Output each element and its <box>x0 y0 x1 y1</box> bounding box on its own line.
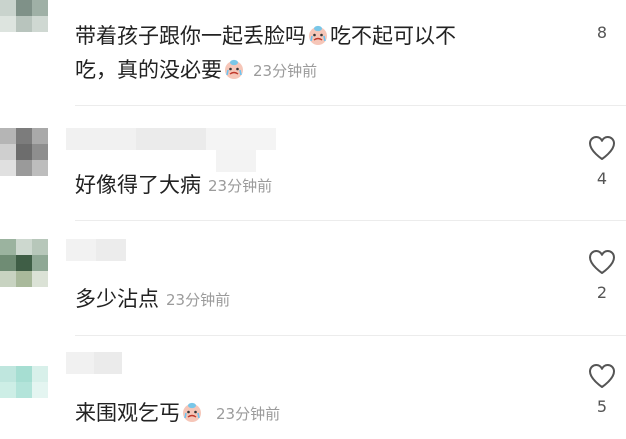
username-blurred[interactable] <box>66 128 276 172</box>
heart-icon[interactable] <box>587 248 617 276</box>
avatar[interactable] <box>0 128 48 176</box>
comment-text[interactable]: 多少沾点 23分钟前 <box>75 282 230 317</box>
comment-item: 来围观乞丐 23分钟前 5 <box>0 336 626 439</box>
like-button[interactable]: 2 <box>585 248 619 302</box>
comment-text[interactable]: 来围观乞丐 23分钟前 <box>75 396 280 431</box>
comment-text[interactable]: 好像得了大病 23分钟前 <box>75 168 272 203</box>
comment-item: 多少沾点 23分钟前 2 <box>0 221 626 335</box>
heart-icon[interactable] <box>587 362 617 390</box>
avatar[interactable] <box>0 366 48 414</box>
avatar[interactable] <box>0 0 48 38</box>
like-count: 4 <box>596 169 608 188</box>
crying-face-emoji-icon <box>225 59 243 79</box>
crying-face-emoji-icon <box>183 402 201 422</box>
like-button[interactable]: 4 <box>585 134 619 188</box>
comment-text[interactable]: 带着孩子跟你一起丢脸吗 吃不起可以不 吃，真的没必要 23分钟前 <box>75 19 456 88</box>
like-count: 8 <box>596 23 608 42</box>
avatar[interactable] <box>0 239 48 287</box>
username-blurred[interactable] <box>66 239 126 261</box>
like-count: 5 <box>596 397 608 416</box>
heart-icon[interactable] <box>587 134 617 162</box>
comment-item: 带着孩子跟你一起丢脸吗 吃不起可以不 吃，真的没必要 23分钟前 8 <box>0 0 626 105</box>
comment-time: 23分钟前 <box>208 177 273 195</box>
username-blurred[interactable] <box>66 352 122 374</box>
comment-time: 23分钟前 <box>253 62 318 80</box>
like-button[interactable]: 8 <box>585 24 619 42</box>
like-count: 2 <box>596 283 608 302</box>
comment-time: 23分钟前 <box>216 405 281 423</box>
comment-item: 好像得了大病 23分钟前 4 <box>0 106 626 220</box>
like-button[interactable]: 5 <box>585 362 619 416</box>
crying-face-emoji-icon <box>309 25 327 45</box>
comment-time: 23分钟前 <box>166 291 231 309</box>
